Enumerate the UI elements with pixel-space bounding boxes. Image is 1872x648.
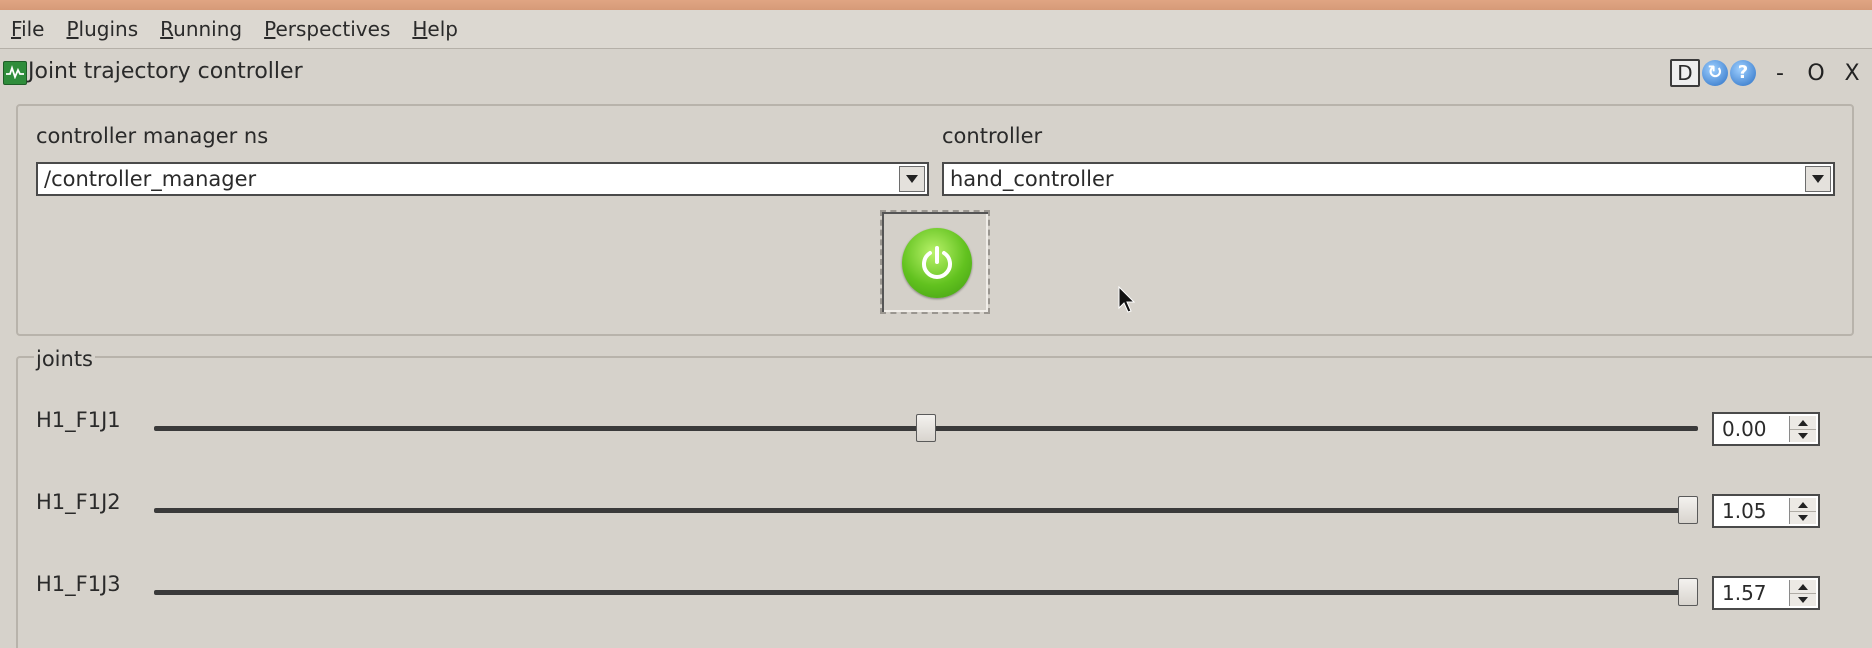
spin-down-icon[interactable] xyxy=(1790,511,1816,524)
chevron-down-icon[interactable] xyxy=(1805,166,1831,192)
spin-up-icon[interactable] xyxy=(1790,580,1816,594)
joint-slider-handle[interactable] xyxy=(916,414,936,442)
joint-row: H1_F1J1 0.00 xyxy=(0,408,1872,448)
spin-down-icon[interactable] xyxy=(1790,593,1816,606)
controller-combo[interactable]: hand_controller xyxy=(942,162,1835,196)
controller-manager-value: /controller_manager xyxy=(44,167,257,191)
menu-help[interactable]: Help xyxy=(401,17,469,41)
joint-value: 1.05 xyxy=(1722,499,1767,523)
menu-plugins[interactable]: Plugins xyxy=(55,17,149,41)
minimize-button[interactable]: - xyxy=(1766,61,1794,86)
joint-name: H1_F1J3 xyxy=(36,572,121,596)
joint-value-spinbox[interactable]: 1.05 xyxy=(1712,494,1820,528)
help-icon[interactable]: ? xyxy=(1730,60,1756,86)
reload-icon[interactable]: ↻ xyxy=(1702,60,1728,86)
controller-manager-label: controller manager ns xyxy=(36,124,269,148)
controller-manager-combo[interactable]: /controller_manager xyxy=(36,162,929,196)
joint-row: H1_F1J2 1.05 xyxy=(0,490,1872,530)
plugin-dock-titlebar: Joint trajectory controller D ↻ ? - O X xyxy=(0,50,1872,96)
joint-value-spinbox[interactable]: 0.00 xyxy=(1712,412,1820,446)
chevron-down-icon[interactable] xyxy=(899,166,925,192)
plugin-title: Joint trajectory controller xyxy=(28,59,303,84)
spin-buttons xyxy=(1789,416,1816,442)
dock-d-button[interactable]: D xyxy=(1670,59,1700,87)
joint-name: H1_F1J1 xyxy=(36,408,121,432)
menubar: File Plugins Running Perspectives Help xyxy=(0,10,1872,49)
controller-label: controller xyxy=(942,124,1043,148)
menu-running[interactable]: Running xyxy=(149,17,253,41)
joints-group-title: joints xyxy=(34,347,96,371)
menu-perspectives[interactable]: Perspectives xyxy=(253,17,401,41)
spin-up-icon[interactable] xyxy=(1790,416,1816,430)
joint-slider-track[interactable] xyxy=(154,508,1698,513)
spin-up-icon[interactable] xyxy=(1790,498,1816,512)
joint-name: H1_F1J2 xyxy=(36,490,121,514)
dock-buttons: D ↻ ? - O X xyxy=(1670,57,1866,89)
spin-buttons xyxy=(1789,498,1816,524)
mouse-cursor-icon xyxy=(1118,286,1136,313)
joint-slider-track[interactable] xyxy=(154,590,1698,595)
joint-value: 0.00 xyxy=(1722,417,1767,441)
joint-slider-handle[interactable] xyxy=(1678,578,1698,606)
joint-value: 1.57 xyxy=(1722,581,1767,605)
spin-down-icon[interactable] xyxy=(1790,429,1816,442)
power-toggle-button[interactable] xyxy=(880,210,990,314)
menu-file[interactable]: File xyxy=(0,17,55,41)
joint-slider-handle[interactable] xyxy=(1678,496,1698,524)
plugin-waveform-icon xyxy=(3,61,27,85)
close-button[interactable]: X xyxy=(1838,61,1866,86)
power-icon xyxy=(902,228,972,298)
spin-buttons xyxy=(1789,580,1816,606)
controller-value: hand_controller xyxy=(950,167,1114,191)
joint-row: H1_F1J3 1.57 xyxy=(0,572,1872,612)
joint-value-spinbox[interactable]: 1.57 xyxy=(1712,576,1820,610)
float-button[interactable]: O xyxy=(1802,61,1830,86)
